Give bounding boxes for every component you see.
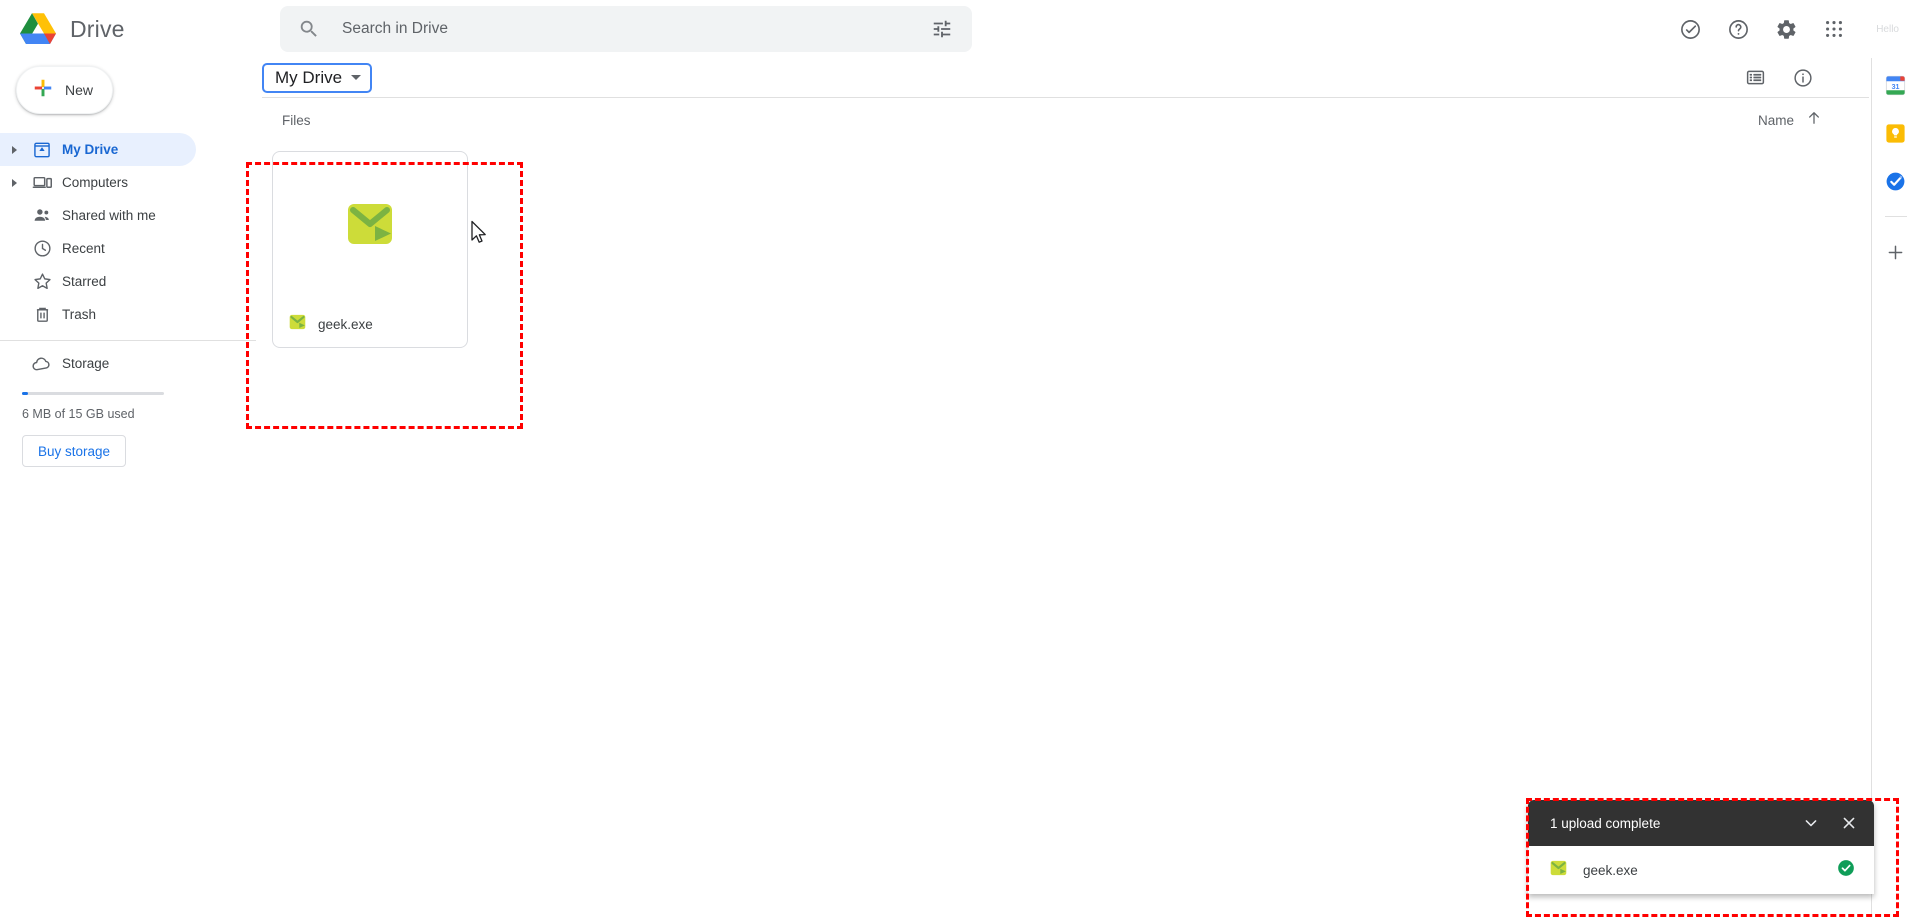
google-keep-icon[interactable] — [1883, 120, 1909, 146]
check-circle-filled-icon — [1836, 858, 1856, 883]
view-toolbar — [1735, 58, 1869, 98]
file-card-footer: geek.exe — [273, 301, 467, 347]
sidebar-divider — [0, 340, 256, 341]
apps-grid-icon[interactable] — [1812, 7, 1856, 51]
plus-icon — [32, 77, 54, 104]
brand[interactable]: Drive — [0, 13, 262, 45]
google-tasks-icon[interactable] — [1883, 168, 1909, 194]
sidebar-item-recent[interactable]: Recent — [0, 232, 196, 265]
google-calendar-icon[interactable]: 31 — [1883, 72, 1909, 98]
rail-divider — [1884, 216, 1907, 217]
gear-icon[interactable] — [1764, 7, 1808, 51]
chevron-down-icon[interactable] — [351, 75, 362, 80]
files-grid: geek.exe — [256, 142, 1869, 348]
google-drive-logo-icon — [20, 13, 56, 45]
upload-toast: 1 upload complete geek.exe — [1528, 800, 1874, 894]
sidebar-item-shared-with-me[interactable]: Shared with me — [0, 199, 196, 232]
new-button[interactable]: New — [16, 66, 113, 114]
sidebar-item-computers[interactable]: Computers — [0, 166, 196, 199]
side-panel-rail: 31 — [1871, 58, 1919, 917]
breadcrumb[interactable]: My Drive — [262, 62, 373, 93]
clock-icon — [22, 238, 62, 259]
top-bar: Drive Search in Drive Hello — [0, 0, 1919, 58]
help-circle-icon[interactable] — [1716, 7, 1760, 51]
new-button-label: New — [65, 82, 94, 98]
arrow-up-icon — [1805, 109, 1823, 132]
sidebar-item-label: My Drive — [62, 142, 119, 157]
upload-toast-header: 1 upload complete — [1528, 800, 1874, 846]
breadcrumb-label: My Drive — [275, 67, 343, 87]
upload-toast-actions — [1794, 806, 1866, 840]
add-panel-plus-icon[interactable] — [1883, 239, 1909, 265]
storage-usage-text: 6 MB of 15 GB used — [22, 407, 135, 421]
sidebar-item-label: Trash — [62, 307, 97, 322]
account-label[interactable]: Hello — [1860, 24, 1905, 35]
sort-control[interactable]: Name — [1758, 109, 1823, 132]
top-right-actions: Hello — [1668, 7, 1919, 51]
upload-file-name: geek.exe — [1583, 862, 1638, 878]
files-section-header: Files Name — [256, 98, 1869, 142]
sidebar-item-trash[interactable]: Trash — [0, 298, 196, 331]
sidebar-item-storage[interactable]: Storage — [0, 347, 196, 380]
main-content: My Drive Files Name geek.exe — [256, 58, 1869, 917]
buy-storage-button[interactable]: Buy storage — [22, 435, 126, 467]
exe-envelope-play-icon — [1550, 860, 1567, 881]
check-circle-icon[interactable] — [1668, 7, 1712, 51]
sidebar-item-label: Storage — [62, 356, 110, 371]
chevron-down-icon[interactable] — [1794, 806, 1828, 840]
sidebar-item-label: Recent — [62, 241, 105, 256]
sort-label: Name — [1757, 112, 1794, 128]
list-view-icon[interactable] — [1735, 58, 1775, 98]
breadcrumb-bar: My Drive — [256, 58, 1869, 97]
sidebar: New My Drive Computers Shared with me Re… — [0, 58, 256, 917]
sidebar-nav: My Drive Computers Shared with me Recent… — [0, 133, 256, 467]
sidebar-item-label: Computers — [62, 175, 129, 190]
sidebar-item-label: Starred — [62, 274, 107, 289]
close-icon[interactable] — [1832, 806, 1866, 840]
star-icon — [22, 271, 62, 292]
sidebar-item-starred[interactable]: Starred — [0, 265, 196, 298]
my-drive-icon — [22, 140, 62, 160]
svg-text:31: 31 — [1892, 82, 1900, 90]
expand-caret-icon[interactable] — [0, 145, 22, 154]
upload-toast-row[interactable]: geek.exe — [1528, 846, 1874, 894]
expand-caret-icon[interactable] — [0, 178, 22, 187]
storage-progress-bar — [22, 392, 164, 395]
file-card[interactable]: geek.exe — [272, 151, 468, 348]
exe-envelope-play-icon — [346, 202, 394, 251]
upload-toast-title: 1 upload complete — [1550, 815, 1661, 831]
file-name: geek.exe — [318, 316, 373, 332]
search-bar[interactable] — [280, 6, 972, 52]
app-title: Drive — [70, 15, 125, 42]
section-title: Files — [282, 112, 311, 128]
trash-icon — [22, 304, 62, 325]
shared-with-me-icon — [22, 205, 62, 226]
info-circle-icon[interactable] — [1783, 58, 1823, 98]
sidebar-item-my-drive[interactable]: My Drive — [0, 133, 196, 166]
drive-app: Drive Search in Drive Hello New My Drive… — [0, 0, 1919, 917]
tune-filter-icon[interactable] — [922, 9, 962, 49]
exe-envelope-play-icon — [289, 314, 306, 335]
cloud-icon — [22, 353, 62, 375]
search-input[interactable] — [320, 20, 922, 38]
search-icon — [298, 18, 320, 40]
computers-icon — [22, 172, 62, 193]
sidebar-item-label: Shared with me — [62, 208, 156, 223]
file-thumbnail — [273, 152, 467, 301]
